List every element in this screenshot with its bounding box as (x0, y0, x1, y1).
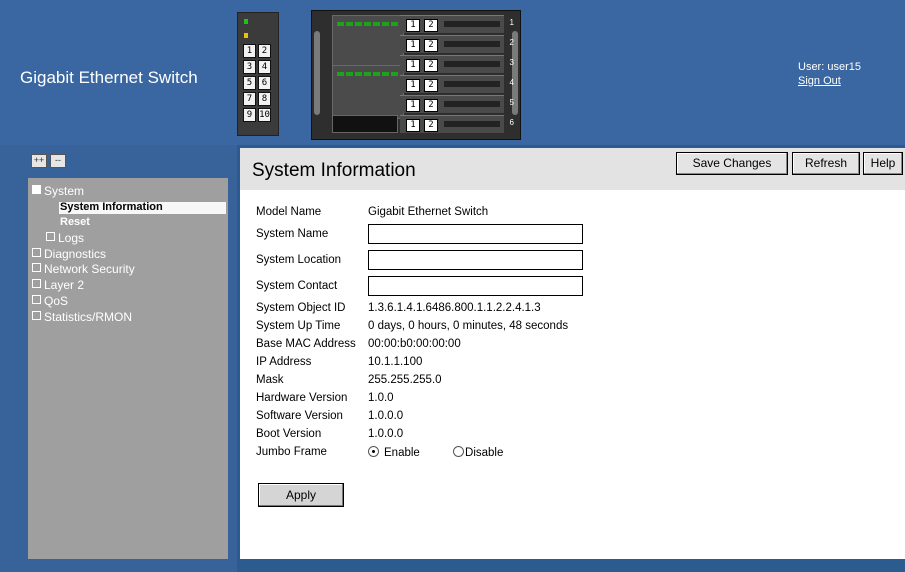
tree-item-layer2[interactable]: Layer 2 (32, 278, 84, 293)
radio-label: Disable (465, 447, 504, 459)
plus-icon (32, 311, 41, 320)
field-label: Hardware Version (256, 392, 348, 404)
tree-item-network-security[interactable]: Network Security (32, 262, 135, 277)
base-mac-value: 00:00:b0:00:00:00 (368, 338, 461, 350)
ip-address-value: 10.1.1.100 (368, 356, 423, 368)
port-icon[interactable]: 8 (258, 92, 271, 106)
plus-icon (32, 279, 41, 288)
title-bar: System Information Save Changes Refresh … (240, 148, 905, 190)
tree-item-qos[interactable]: QoS (32, 294, 68, 309)
radio-label: Enable (384, 447, 420, 459)
port-icon[interactable]: 10 (258, 108, 271, 122)
status-led (244, 33, 248, 38)
chassis-slot[interactable]: 124 (400, 75, 514, 93)
port-icon[interactable]: 9 (243, 108, 256, 122)
field-label: Software Version (256, 410, 343, 422)
status-led (244, 19, 248, 24)
tree-item-label: Statistics/RMON (44, 310, 133, 324)
user-label: User: user15 (798, 61, 861, 73)
tree-tools: ++ -- (31, 154, 66, 168)
plus-icon (46, 232, 55, 241)
minus-icon (32, 185, 41, 194)
port-icon[interactable]: 3 (243, 60, 256, 74)
mask-value: 255.255.255.0 (368, 374, 442, 386)
tree-item-label: Network Security (44, 262, 135, 276)
chassis-vent (332, 115, 398, 133)
tree-item-label: System (44, 184, 85, 198)
system-location-input[interactable] (368, 250, 583, 270)
field-label: Model Name (256, 206, 322, 218)
field-label: System Contact (256, 280, 338, 292)
boot-version-value: 1.0.0.0 (368, 428, 404, 440)
jumbo-frame-options: Enable Disable (368, 446, 503, 459)
jumbo-disable-option[interactable]: Disable (453, 446, 504, 459)
port-icon[interactable]: 4 (258, 60, 271, 74)
port-icon[interactable]: 6 (258, 76, 271, 90)
jumbo-enable-option[interactable]: Enable (368, 446, 420, 459)
main-panel: System Information Save Changes Refresh … (240, 148, 905, 559)
stack-unit-image[interactable]: 12 34 56 78 9 10 (237, 12, 279, 136)
tree-item-label: QoS (44, 294, 69, 308)
apply-button[interactable]: Apply (258, 483, 344, 507)
hw-version-value: 1.0.0 (368, 392, 394, 404)
page-title: System Information (252, 160, 416, 181)
field-label: System Location (256, 254, 342, 266)
tree-item-system-information[interactable]: System Information (60, 200, 163, 215)
field-label: Boot Version (256, 428, 322, 440)
tree-item-statistics[interactable]: Statistics/RMON (32, 310, 132, 325)
port-grid: 12 34 56 78 9 10 (243, 44, 271, 124)
system-contact-input[interactable] (368, 276, 583, 296)
tree-item-label: Diagnostics (44, 247, 107, 261)
blade-module (332, 65, 404, 119)
tree-item-system[interactable]: System (32, 184, 84, 199)
field-label: IP Address (256, 356, 312, 368)
refresh-button[interactable]: Refresh (792, 152, 860, 175)
radio-checked-icon[interactable] (368, 446, 379, 457)
chassis-slot[interactable]: 125 (400, 95, 514, 113)
chassis-slot[interactable]: 122 (400, 35, 514, 53)
sign-out-link[interactable]: Sign Out (798, 74, 861, 88)
blade-module (332, 15, 404, 69)
field-label: Jumbo Frame (256, 446, 327, 458)
plus-icon (32, 263, 41, 272)
port-icon[interactable]: 5 (243, 76, 256, 90)
up-time-value: 0 days, 0 hours, 0 minutes, 48 seconds (368, 320, 569, 332)
model-name-value: Gigabit Ethernet Switch (368, 206, 489, 218)
help-button[interactable]: Help (863, 152, 903, 175)
brand-title: Gigabit Ethernet Switch (20, 68, 198, 87)
port-icon[interactable]: 2 (258, 44, 271, 58)
field-label: System Up Time (256, 320, 341, 332)
user-info: User: user15 Sign Out (798, 60, 861, 88)
expand-all-button[interactable]: ++ (31, 154, 47, 168)
radio-unchecked-icon[interactable] (453, 446, 465, 457)
object-id-value: 1.3.6.1.4.1.6486.800.1.1.2.2.4.1.3 (368, 302, 541, 314)
sw-version-value: 1.0.0.0 (368, 410, 404, 422)
field-label: Mask (256, 374, 284, 386)
field-label: Base MAC Address (256, 338, 356, 350)
footer-strip (240, 559, 905, 572)
tree-item-diagnostics[interactable]: Diagnostics (32, 247, 106, 262)
chassis-slot[interactable]: 126 (400, 115, 514, 133)
chassis-slot[interactable]: 123 (400, 55, 514, 73)
tree-item-label: Logs (58, 231, 85, 245)
tree-item-logs[interactable]: Logs (46, 231, 84, 246)
save-changes-button[interactable]: Save Changes (676, 152, 788, 175)
plus-icon (32, 295, 41, 304)
port-icon[interactable]: 7 (243, 92, 256, 106)
port-icon[interactable]: 1 (243, 44, 256, 58)
system-name-input[interactable] (368, 224, 583, 244)
nav-tree: System System Information Reset Logs Dia… (28, 178, 228, 559)
field-label: System Object ID (256, 302, 346, 314)
tree-item-reset[interactable]: Reset (60, 215, 90, 230)
collapse-all-button[interactable]: -- (50, 154, 66, 168)
chassis-slot[interactable]: 121 (400, 15, 514, 33)
field-label: System Name (256, 228, 329, 240)
tree-item-label: Layer 2 (44, 278, 85, 292)
chassis-image[interactable]: 121 122 123 124 125 126 (311, 10, 521, 140)
header-banner: Gigabit Ethernet Switch 12 34 56 78 9 10 … (0, 0, 905, 145)
chassis-rail (314, 31, 320, 115)
plus-icon (32, 248, 41, 257)
